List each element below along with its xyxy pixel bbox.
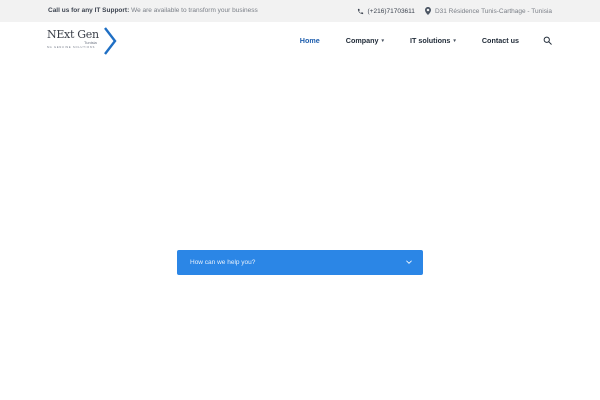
main-header: NExt Gen Tunisia NG GENUINE SOLUTIONS Ho… [0, 22, 600, 60]
search-icon [543, 36, 552, 45]
support-text: We are available to transform your busin… [131, 7, 258, 14]
help-dropdown-label: How can we help you? [190, 258, 256, 266]
top-info-bar: Call us for any IT Support: We are avail… [0, 0, 600, 22]
contact-info: (+216)71703611 D31 Résidence Tunis-Carth… [357, 7, 552, 15]
phone-link[interactable]: (+216)71703611 [357, 8, 415, 15]
logo-chevron-icon [104, 27, 117, 55]
nav-item-company[interactable]: Company ▾ [346, 36, 384, 45]
address: D31 Résidence Tunis-Carthage - Tunisia [424, 7, 552, 15]
chevron-down-icon [405, 258, 413, 268]
phone-number: (+216)71703611 [367, 7, 415, 15]
support-info: Call us for any IT Support: We are avail… [48, 7, 258, 14]
chevron-down-icon: ▾ [381, 37, 385, 44]
logo-country: Tunisia [84, 40, 97, 45]
nav-label-it-solutions: IT solutions [410, 36, 451, 45]
nav-label-home: Home [299, 36, 320, 45]
phone-icon [357, 8, 364, 15]
search-button[interactable] [543, 36, 552, 45]
chevron-down-icon: ▾ [453, 37, 456, 44]
nav-label-company: Company [345, 36, 379, 45]
location-pin-icon [424, 7, 431, 15]
nav-item-contact[interactable]: Contact us [482, 36, 519, 45]
logo-tagline: NG GENUINE SOLUTIONS [47, 46, 96, 49]
site-logo[interactable]: NExt Gen Tunisia NG GENUINE SOLUTIONS [47, 26, 119, 56]
nav-item-home[interactable]: Home [300, 36, 320, 45]
primary-nav: Home Company ▾ IT solutions ▾ Contact us [274, 36, 552, 45]
help-dropdown[interactable]: How can we help you? [177, 250, 423, 275]
address-text: D31 Résidence Tunis-Carthage - Tunisia [434, 7, 552, 15]
support-label: Call us for any IT Support: [48, 7, 130, 14]
nav-label-contact: Contact us [481, 36, 519, 45]
nav-item-it-solutions[interactable]: IT solutions ▾ [410, 36, 456, 45]
